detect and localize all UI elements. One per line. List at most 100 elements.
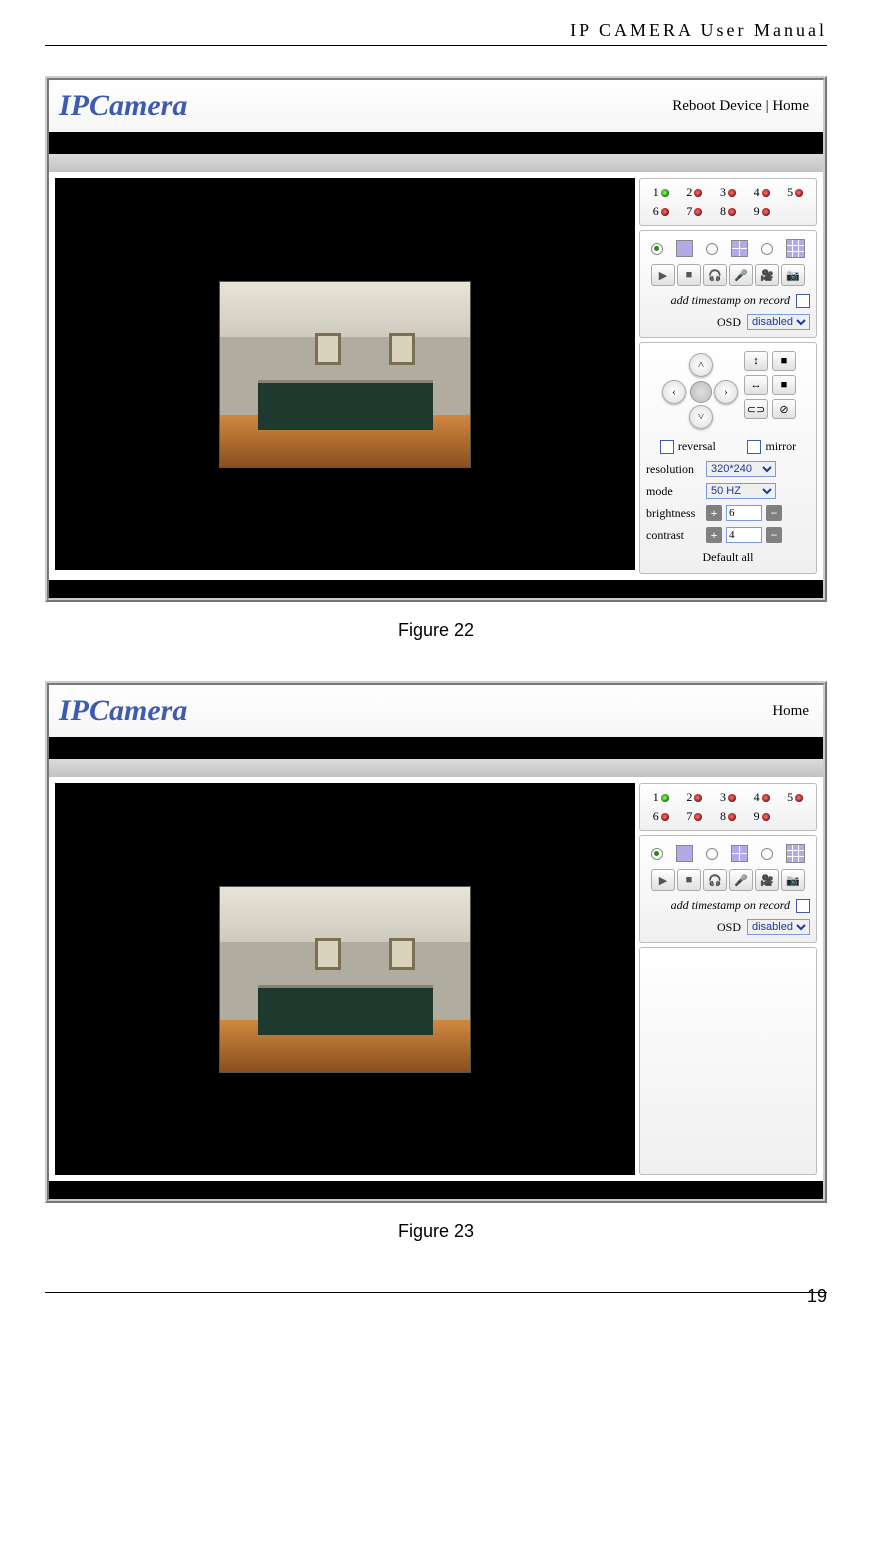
vstop-button[interactable]: ■: [772, 351, 796, 371]
menu-bar-black: [49, 132, 823, 154]
channel-num[interactable]: 7: [686, 809, 692, 824]
app-logo: IPCamera: [59, 694, 187, 728]
mode-select[interactable]: 50 HZ: [706, 483, 776, 499]
channel-num[interactable]: 4: [754, 185, 760, 200]
figure-23: IPCamera Home: [45, 681, 827, 1242]
fig23-caption: Figure 23: [45, 1221, 827, 1242]
channel-num[interactable]: 3: [720, 185, 726, 200]
record-button[interactable]: 🎥: [755, 869, 779, 891]
view-panel: ▶ ■ 🎧 🎤 🎥 📷 add timestamp on record: [639, 230, 817, 338]
ptz-right-button[interactable]: ›: [714, 380, 738, 404]
sub-bar-grey: [49, 154, 823, 172]
stop-button[interactable]: ■: [677, 264, 701, 286]
brightness-minus[interactable]: −: [766, 505, 782, 521]
reversal-label: reversal: [678, 439, 716, 454]
channel-num[interactable]: 3: [720, 790, 726, 805]
channel-num[interactable]: 2: [686, 790, 692, 805]
contrast-plus[interactable]: +: [706, 527, 722, 543]
ptz-up-button[interactable]: ˄: [689, 353, 713, 377]
timestamp-label: add timestamp on record: [671, 293, 790, 308]
channel-num[interactable]: 7: [686, 204, 692, 219]
audio-button[interactable]: 🎧: [703, 869, 727, 891]
resolution-select[interactable]: 320*240: [706, 461, 776, 477]
figure-22: IPCamera Reboot Device | Home: [45, 76, 827, 641]
home-link[interactable]: Home: [772, 703, 809, 719]
grid9-icon: [786, 239, 805, 258]
channel-num[interactable]: 8: [720, 809, 726, 824]
mirror-checkbox[interactable]: [747, 440, 761, 454]
blank-panel: [639, 947, 817, 1175]
led-icon: [762, 794, 770, 802]
view4-radio[interactable]: [706, 243, 718, 255]
channel-num[interactable]: 1: [653, 790, 659, 805]
channel-num[interactable]: 9: [754, 809, 760, 824]
timestamp-checkbox[interactable]: [796, 294, 810, 308]
osd-select[interactable]: disabled: [747, 919, 810, 935]
contrast-input[interactable]: [726, 527, 762, 543]
timestamp-checkbox[interactable]: [796, 899, 810, 913]
play-button[interactable]: ▶: [651, 869, 675, 891]
osd-label: OSD: [717, 315, 741, 330]
contrast-minus[interactable]: −: [766, 527, 782, 543]
brightness-input[interactable]: [726, 505, 762, 521]
ptz-pad: ˄ ˅ ‹ ›: [660, 351, 740, 431]
led-icon: [694, 189, 702, 197]
sub-bar-grey: [49, 759, 823, 777]
grid4-icon: [731, 240, 748, 257]
talk-button[interactable]: 🎤: [729, 264, 753, 286]
footer-bar: [49, 580, 823, 598]
brightness-plus[interactable]: +: [706, 505, 722, 521]
app-logo: IPCamera: [59, 89, 187, 123]
view1-radio[interactable]: [651, 848, 663, 860]
io-on-button[interactable]: ⊂⊃: [744, 399, 768, 419]
ptz-down-button[interactable]: ˅: [689, 405, 713, 429]
channel-num[interactable]: 6: [653, 204, 659, 219]
led-icon: [728, 208, 736, 216]
channel-num[interactable]: 6: [653, 809, 659, 824]
audio-button[interactable]: 🎧: [703, 264, 727, 286]
led-icon: [661, 794, 669, 802]
view4-radio[interactable]: [706, 848, 718, 860]
video-canvas: [55, 783, 635, 1175]
snapshot-button[interactable]: 📷: [781, 264, 805, 286]
timestamp-label: add timestamp on record: [671, 898, 790, 913]
io-off-button[interactable]: ⊘: [772, 399, 796, 419]
led-icon: [728, 189, 736, 197]
reboot-link[interactable]: Reboot Device: [672, 98, 762, 114]
channel-num[interactable]: 2: [686, 185, 692, 200]
channel-num[interactable]: 4: [754, 790, 760, 805]
led-icon: [728, 794, 736, 802]
channel-num[interactable]: 5: [787, 790, 793, 805]
ptz-center-button[interactable]: [690, 381, 712, 403]
hpatrol-button[interactable]: ↔: [744, 375, 768, 395]
ptz-left-button[interactable]: ‹: [662, 380, 686, 404]
channel-num[interactable]: 5: [787, 185, 793, 200]
record-button[interactable]: 🎥: [755, 264, 779, 286]
hstop-button[interactable]: ■: [772, 375, 796, 395]
mirror-label: mirror: [765, 439, 796, 454]
stop-button[interactable]: ■: [677, 869, 701, 891]
led-icon: [762, 208, 770, 216]
reversal-checkbox[interactable]: [660, 440, 674, 454]
led-icon: [728, 813, 736, 821]
default-all-button[interactable]: Default all: [703, 550, 754, 564]
snapshot-button[interactable]: 📷: [781, 869, 805, 891]
led-icon: [694, 208, 702, 216]
channel-panel: 1 2 3 4 5 6 7 8 9: [639, 783, 817, 831]
led-icon: [661, 208, 669, 216]
channel-num[interactable]: 1: [653, 185, 659, 200]
footer-rule: [45, 1292, 827, 1293]
talk-button[interactable]: 🎤: [729, 869, 753, 891]
view9-radio[interactable]: [761, 848, 773, 860]
led-icon: [661, 813, 669, 821]
osd-select[interactable]: disabled: [747, 314, 810, 330]
led-icon: [795, 794, 803, 802]
view9-radio[interactable]: [761, 243, 773, 255]
channel-num[interactable]: 9: [754, 204, 760, 219]
channel-num[interactable]: 8: [720, 204, 726, 219]
home-link[interactable]: Home: [772, 98, 809, 114]
view1-radio[interactable]: [651, 243, 663, 255]
play-button[interactable]: ▶: [651, 264, 675, 286]
vpatrol-button[interactable]: ↕: [744, 351, 768, 371]
page-number: 19: [807, 1286, 827, 1307]
